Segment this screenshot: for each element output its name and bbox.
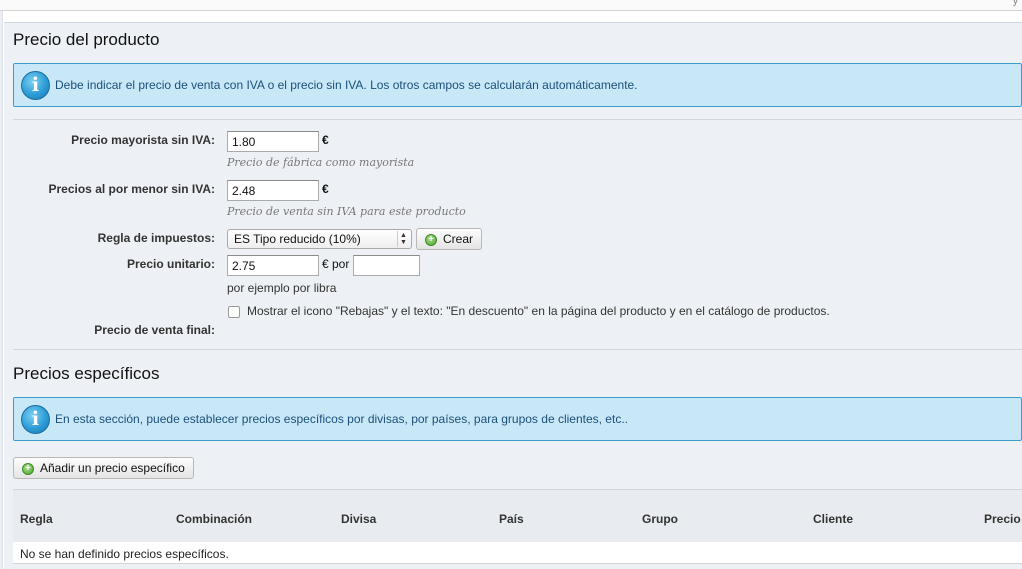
add-specific-price-label: Añadir un precio específico [40, 461, 185, 475]
empty-table-message: No se han definido precios específicos. [20, 547, 229, 561]
info-icon: i [21, 405, 50, 434]
top-strip-mark: y [1013, 0, 1018, 7]
retail-currency: € [322, 182, 329, 196]
on-sale-checkbox[interactable] [228, 306, 240, 318]
unit-price-input[interactable]: 2.75 [227, 255, 319, 276]
column-header-rule: Regla [20, 512, 53, 526]
column-header-country: País [499, 512, 524, 526]
unit-price-per-label: € por [322, 257, 350, 271]
add-icon: + [425, 234, 437, 246]
wholesale-price-label: Precio mayorista sin IVA: [71, 133, 215, 147]
add-specific-price-button[interactable]: + Añadir un precio específico [13, 457, 194, 479]
wholesale-currency: € [322, 133, 329, 147]
specific-prices-table-header: Regla Combinación Divisa País Grupo Clie… [13, 489, 1022, 542]
product-price-panel: Precio del producto i Debe indicar el pr… [4, 22, 1022, 569]
specific-info-text: En esta sección, puede establecer precio… [55, 412, 628, 426]
specific-section-title: Precios específicos [13, 364, 160, 383]
unit-price-label: Precio unitario: [126, 257, 215, 271]
unit-price-hint: por ejemplo por libra [227, 281, 337, 295]
create-tax-rule-label: Crear [443, 232, 474, 246]
column-header-price: Precio [984, 512, 1021, 526]
tax-rule-selected: ES Tipo reducido (10%) [234, 232, 361, 246]
column-header-customer: Cliente [813, 512, 854, 526]
unit-price-per-input[interactable] [353, 255, 420, 276]
specific-prices-table-body: No se han definido precios específicos. [13, 542, 1022, 564]
wholesale-price-input[interactable]: 1.80 [227, 131, 319, 152]
left-edge [0, 11, 3, 569]
column-header-group: Grupo [642, 512, 678, 526]
info-icon: i [21, 71, 50, 100]
on-sale-label: Mostrar el icono "Rebajas" y el texto: "… [247, 304, 830, 318]
price-divider [13, 119, 1022, 120]
price-section-title: Precio del producto [13, 30, 160, 49]
price-info-box: i Debe indicar el precio de venta con IV… [13, 63, 1022, 107]
section-divider [13, 349, 1022, 350]
add-icon: + [22, 463, 34, 475]
tax-rule-label: Regla de impuestos: [97, 231, 215, 245]
column-header-currency: Divisa [341, 512, 377, 526]
create-tax-rule-button[interactable]: + Crear [416, 228, 483, 250]
specific-info-box: i En esta sección, puede establecer prec… [13, 397, 1022, 441]
tax-rule-select[interactable]: ES Tipo reducido (10%) ▲ ▼ [227, 229, 412, 249]
final-price-label: Precio de venta final: [94, 323, 215, 337]
price-info-text: Debe indicar el precio de venta con IVA … [55, 78, 638, 92]
retail-price-hint: Precio de venta sin IVA para este produc… [227, 205, 466, 218]
retail-price-label: Precios al por menor sin IVA: [48, 182, 216, 196]
wholesale-price-hint: Precio de fábrica como mayorista [227, 156, 415, 169]
chevron-updown-icon: ▲ ▼ [397, 231, 409, 247]
column-header-combination: Combinación [176, 512, 253, 526]
top-strip: y [0, 0, 1022, 11]
retail-price-input[interactable]: 2.48 [227, 180, 319, 201]
